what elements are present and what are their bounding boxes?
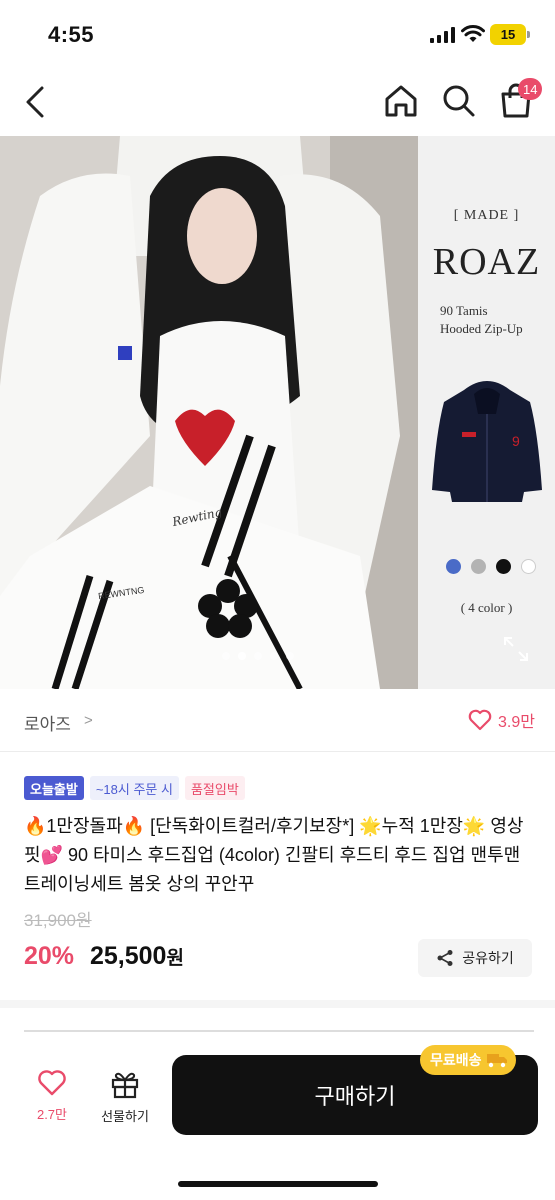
heart-icon [468, 709, 492, 731]
product-photo: Rewting REWNTNG [0, 136, 418, 689]
today-ship-badge: 오늘출발 [24, 776, 84, 800]
brand-row: 로아즈 > 3.9만 [0, 690, 555, 752]
brand-logo-text: ROAZ [432, 241, 541, 283]
carousel-dot[interactable] [254, 652, 262, 660]
like-count: 2.7만 [36, 1107, 68, 1122]
free-shipping-label: 무료배송 [430, 1052, 482, 1068]
gift-icon [111, 1072, 139, 1099]
color-swatches [446, 559, 536, 574]
battery-icon: 15 [490, 24, 530, 45]
model-photo-illustration [0, 136, 418, 689]
brand-like-button[interactable]: 3.9만 [468, 708, 535, 732]
status-bar: 4:55 15 [0, 0, 555, 70]
carousel-dot[interactable] [222, 652, 230, 660]
shipping-badges: 오늘출발 ~18시 주문 시 품절임박 [24, 776, 245, 800]
gift-label: 선물하기 [101, 1109, 149, 1124]
hoodie-thumbnail: 9 [432, 381, 542, 502]
side-product-name: 90 Tamis Hooded Zip-Up [440, 303, 523, 336]
bottom-action-bar: 2.7만 선물하기 구매하기 무료배송 [0, 1037, 555, 1200]
carousel-dot[interactable] [286, 652, 294, 660]
product-title: 🔥1만장돌파🔥 [단독화이트컬러/후기보장*] 🌟누적 1만장🌟 영상핏💕 90… [24, 816, 524, 894]
heart-icon [38, 1070, 66, 1096]
home-icon[interactable] [382, 82, 420, 120]
top-nav: 14 [0, 70, 555, 134]
like-button[interactable]: 2.7만 [22, 1069, 82, 1123]
truck-icon [486, 1054, 507, 1068]
home-indicator [178, 1181, 378, 1187]
order-cutoff-badge: ~18시 주문 시 [89, 776, 179, 800]
svg-text:9: 9 [512, 433, 520, 449]
product-info-panel: [ MADE ] ROAZ 90 Tamis Hooded Zip-Up 9 (… [418, 136, 555, 689]
signal-icon [430, 27, 455, 43]
share-icon [437, 950, 453, 966]
swatch-white[interactable] [521, 559, 536, 574]
carousel-dot-active[interactable] [238, 652, 246, 660]
swatch-gray[interactable] [471, 559, 486, 574]
color-count: ( 4 color ) [460, 600, 513, 615]
original-price: 31,900원 [24, 911, 92, 930]
made-label: [ MADE ] [453, 208, 520, 223]
back-arrow-icon[interactable] [18, 82, 54, 122]
low-stock-badge: 품절임박 [184, 776, 245, 800]
swatch-black[interactable] [496, 559, 511, 574]
free-shipping-badge: 무료배송 [420, 1045, 516, 1075]
price-unit: 원 [166, 948, 184, 969]
share-label: 공유하기 [462, 950, 514, 966]
section-divider [0, 1000, 555, 1008]
gift-button[interactable]: 선물하기 [92, 1069, 158, 1125]
sale-price-value: 25,500 [90, 942, 167, 970]
chevron-right-icon: > [84, 712, 93, 729]
clock: 4:55 [48, 22, 95, 47]
swatch-blue[interactable] [446, 559, 461, 574]
search-icon[interactable] [440, 82, 478, 120]
expand-icon[interactable] [503, 636, 529, 662]
cart-count-badge: 14 [518, 78, 543, 100]
brand-link[interactable]: 로아즈 [24, 710, 71, 735]
carousel-dot[interactable] [270, 652, 278, 660]
brand-like-count: 3.9만 [498, 714, 535, 731]
product-image-carousel[interactable]: Rewting REWNTNG [ MADE ] ROAZ 90 Tamis H… [0, 136, 555, 689]
battery-level: 15 [500, 27, 516, 42]
carousel-indicator [222, 652, 294, 660]
discount-rate: 20% [24, 942, 75, 970]
sale-price: 25,500원 [90, 942, 184, 971]
wifi-icon [461, 25, 485, 42]
share-button[interactable]: 공유하기 [418, 939, 532, 977]
